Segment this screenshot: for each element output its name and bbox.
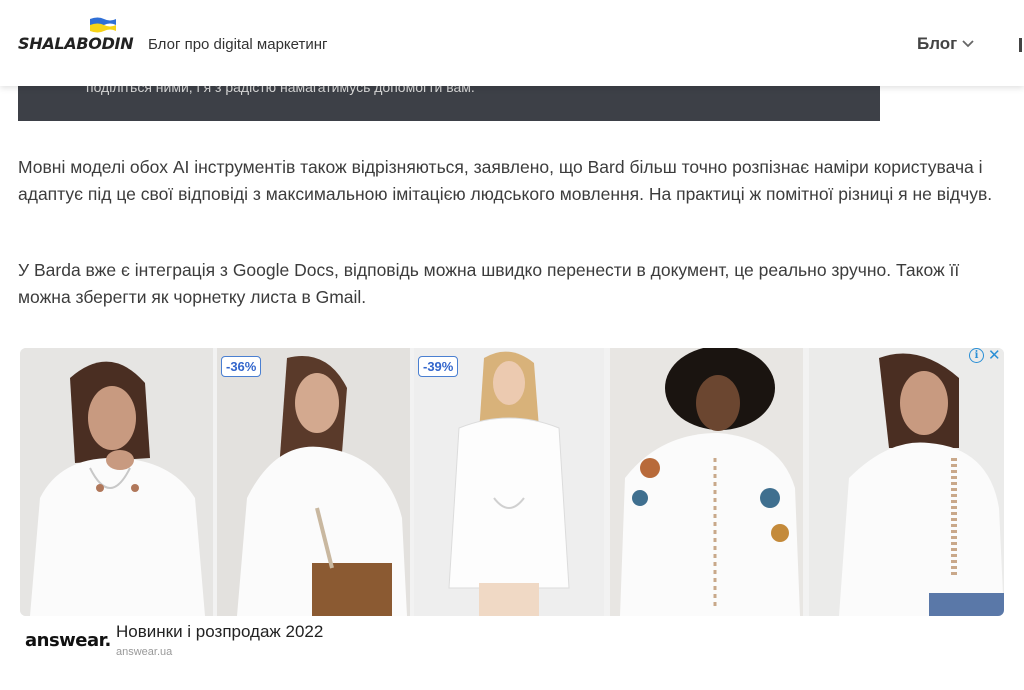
ukraine-flag-icon: [90, 17, 116, 33]
nav-blog-label: Блог: [917, 34, 958, 53]
chevron-down-icon: [962, 40, 974, 48]
logo-text: SHALABODIN: [18, 34, 134, 53]
discount-badge: -39%: [418, 356, 459, 377]
ad-product-card[interactable]: [809, 348, 1004, 616]
ad-carousel[interactable]: -36% -39%: [20, 348, 1004, 616]
shirt-photo-icon: [414, 348, 604, 616]
close-icon[interactable]: ✕: [988, 348, 1001, 363]
ad-product-card[interactable]: -36%: [217, 348, 410, 616]
nav-next-item[interactable]: [1019, 38, 1022, 52]
lace-blouse-photo-icon: [809, 348, 1004, 616]
site-logo[interactable]: SHALABODIN: [18, 14, 134, 58]
ad-product-card[interactable]: [610, 348, 803, 616]
brand-logo[interactable]: answear.: [25, 630, 111, 651]
ad-choices[interactable]: i ✕: [969, 348, 1001, 363]
ad-product-card[interactable]: [20, 348, 213, 616]
discount-badge: -36%: [221, 356, 262, 377]
ad-domain: answear.ua: [116, 646, 173, 658]
blouse-photo-icon: [217, 348, 410, 616]
nav-blog-menu[interactable]: Блог: [917, 34, 975, 54]
embroidered-blouse-photo-icon: [610, 348, 803, 616]
ad-product-card[interactable]: -39%: [414, 348, 604, 616]
info-icon[interactable]: i: [969, 348, 984, 363]
article-paragraph: У Barda вже є інтеграція з Google Docs, …: [18, 260, 960, 307]
article-paragraph: Мовні моделі обох AI інструментів також …: [18, 157, 993, 204]
ad-title[interactable]: Новинки і розпродаж 2022: [116, 622, 323, 642]
site-header: SHALABODIN Блог про digital маркетинг Бл…: [0, 0, 1024, 86]
blouse-photo-icon: [20, 348, 213, 616]
site-tagline: Блог про digital маркетинг: [148, 36, 328, 53]
